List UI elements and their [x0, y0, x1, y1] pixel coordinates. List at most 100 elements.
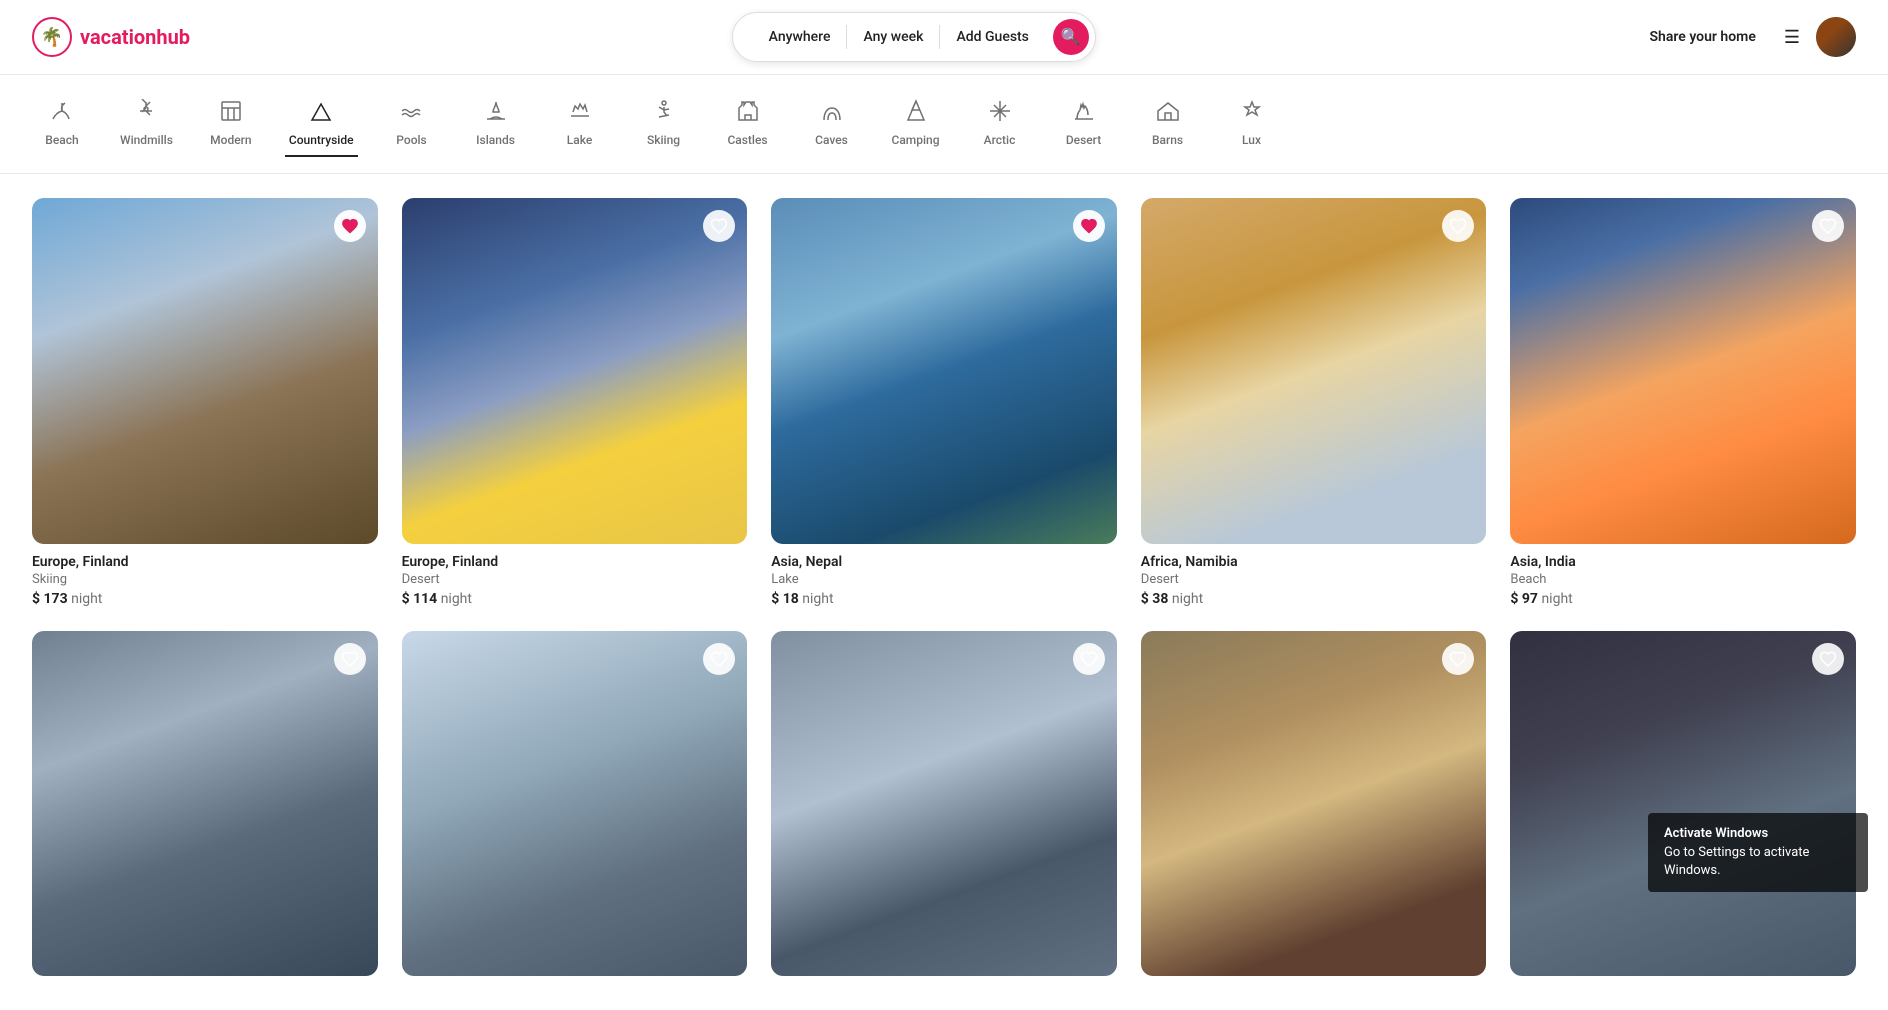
- windows-watermark: Activate Windows Go to Settings to activ…: [1648, 813, 1868, 892]
- listing-image-wrap: [402, 198, 748, 544]
- wishlist-button[interactable]: [1812, 210, 1844, 242]
- listing-location: Europe, Finland: [402, 554, 748, 570]
- category-item-castles[interactable]: Castles: [718, 91, 778, 157]
- listing-image: [1141, 198, 1487, 544]
- wishlist-button[interactable]: [334, 643, 366, 675]
- listing-image-wrap: [402, 631, 748, 977]
- listing-price: $ 38 night: [1141, 591, 1487, 607]
- listing-type: Beach: [1510, 572, 1856, 587]
- category-item-beach[interactable]: Beach: [32, 91, 92, 157]
- listing-card[interactable]: [32, 631, 378, 987]
- lake-icon: [568, 99, 592, 127]
- listing-image: [1510, 198, 1856, 544]
- listing-price: $ 18 night: [771, 591, 1117, 607]
- price-amount: $ 38: [1141, 591, 1169, 607]
- castles-icon: [736, 99, 760, 127]
- watermark-line2: Go to Settings to activate Windows.: [1664, 844, 1852, 880]
- listing-image-wrap: [1141, 631, 1487, 977]
- category-item-modern[interactable]: Modern: [201, 91, 261, 157]
- wishlist-button[interactable]: [1073, 643, 1105, 675]
- countryside-icon: [309, 99, 333, 127]
- listing-type: Desert: [402, 572, 748, 587]
- listing-card[interactable]: Asia, Nepal Lake $ 18 night: [771, 198, 1117, 607]
- category-item-windmills[interactable]: Windmills: [116, 91, 177, 157]
- listing-image: [402, 631, 748, 977]
- listing-card[interactable]: [771, 631, 1117, 987]
- listing-image-wrap: [32, 631, 378, 977]
- watermark-line1: Activate Windows: [1664, 825, 1852, 843]
- category-item-lake[interactable]: Lake: [550, 91, 610, 157]
- price-amount: $ 18: [771, 591, 799, 607]
- arctic-label: Arctic: [984, 133, 1016, 147]
- listing-card[interactable]: Europe, Finland Skiing $ 173 night: [32, 198, 378, 607]
- listing-price: $ 97 night: [1510, 591, 1856, 607]
- islands-icon: [484, 99, 508, 127]
- avatar-image: [1816, 17, 1856, 57]
- beach-label: Beach: [45, 133, 78, 147]
- listing-card[interactable]: Asia, India Beach $ 97 night: [1510, 198, 1856, 607]
- category-item-islands[interactable]: Islands: [466, 91, 526, 157]
- listing-location: Asia, India: [1510, 554, 1856, 570]
- share-home-link[interactable]: Share your home: [1638, 21, 1768, 53]
- barns-label: Barns: [1152, 133, 1183, 147]
- listing-location: Asia, Nepal: [771, 554, 1117, 570]
- listing-image: [32, 631, 378, 977]
- search-button[interactable]: 🔍: [1053, 19, 1089, 55]
- category-item-barns[interactable]: Barns: [1138, 91, 1198, 157]
- search-bar[interactable]: Anywhere Any week Add Guests 🔍: [732, 12, 1096, 62]
- castles-label: Castles: [727, 133, 767, 147]
- listing-card[interactable]: [402, 631, 748, 987]
- price-per-night: night: [1172, 591, 1203, 607]
- price-amount: $ 173: [32, 591, 68, 607]
- listing-image-wrap: [1141, 198, 1487, 544]
- windmills-icon: [134, 99, 158, 127]
- category-item-countryside[interactable]: Countryside: [285, 91, 358, 157]
- location-search[interactable]: Anywhere: [753, 25, 848, 49]
- listing-image: [771, 631, 1117, 977]
- desert-icon: [1072, 99, 1096, 127]
- wishlist-button[interactable]: [1812, 643, 1844, 675]
- category-item-skiing[interactable]: Skiing: [634, 91, 694, 157]
- listing-card[interactable]: [1141, 631, 1487, 987]
- wishlist-button[interactable]: [334, 210, 366, 242]
- logo-text: vacationhub: [80, 25, 190, 49]
- category-item-arctic[interactable]: Arctic: [970, 91, 1030, 157]
- listing-image: [1510, 631, 1856, 977]
- listing-card[interactable]: [1510, 631, 1856, 987]
- category-item-lux[interactable]: Lux: [1222, 91, 1282, 157]
- barns-icon: [1156, 99, 1180, 127]
- category-nav: Beach Windmills Modern Countryside Pools…: [0, 75, 1888, 174]
- beach-icon: [50, 99, 74, 127]
- svg-text:🌴: 🌴: [41, 26, 63, 48]
- listing-type: Lake: [771, 572, 1117, 587]
- category-item-caves[interactable]: Caves: [802, 91, 862, 157]
- modern-label: Modern: [210, 133, 251, 147]
- listing-card[interactable]: Europe, Finland Desert $ 114 night: [402, 198, 748, 607]
- price-per-night: night: [441, 591, 472, 607]
- logo[interactable]: 🌴 vacationhub: [32, 17, 190, 57]
- listing-location: Africa, Namibia: [1141, 554, 1487, 570]
- listing-card[interactable]: Africa, Namibia Desert $ 38 night: [1141, 198, 1487, 607]
- guests-search[interactable]: Add Guests: [940, 25, 1044, 49]
- wishlist-button[interactable]: [703, 643, 735, 675]
- camping-label: Camping: [891, 133, 939, 147]
- category-item-pools[interactable]: Pools: [382, 91, 442, 157]
- listing-type: Skiing: [32, 572, 378, 587]
- wishlist-button[interactable]: [1073, 210, 1105, 242]
- lake-label: Lake: [567, 133, 593, 147]
- logo-icon: 🌴: [32, 17, 72, 57]
- menu-icon[interactable]: ☰: [1784, 27, 1800, 48]
- price-amount: $ 114: [402, 591, 438, 607]
- category-item-camping[interactable]: Camping: [886, 91, 946, 157]
- modern-icon: [219, 99, 243, 127]
- avatar[interactable]: [1816, 17, 1856, 57]
- category-item-desert[interactable]: Desert: [1054, 91, 1114, 157]
- week-search[interactable]: Any week: [847, 25, 940, 49]
- caves-icon: [820, 99, 844, 127]
- listing-image-wrap: [771, 631, 1117, 977]
- skiing-label: Skiing: [647, 133, 680, 147]
- main-content: Europe, Finland Skiing $ 173 night Europ…: [0, 174, 1888, 1010]
- wishlist-button[interactable]: [703, 210, 735, 242]
- listing-image: [402, 198, 748, 544]
- wishlist-button[interactable]: [1442, 643, 1474, 675]
